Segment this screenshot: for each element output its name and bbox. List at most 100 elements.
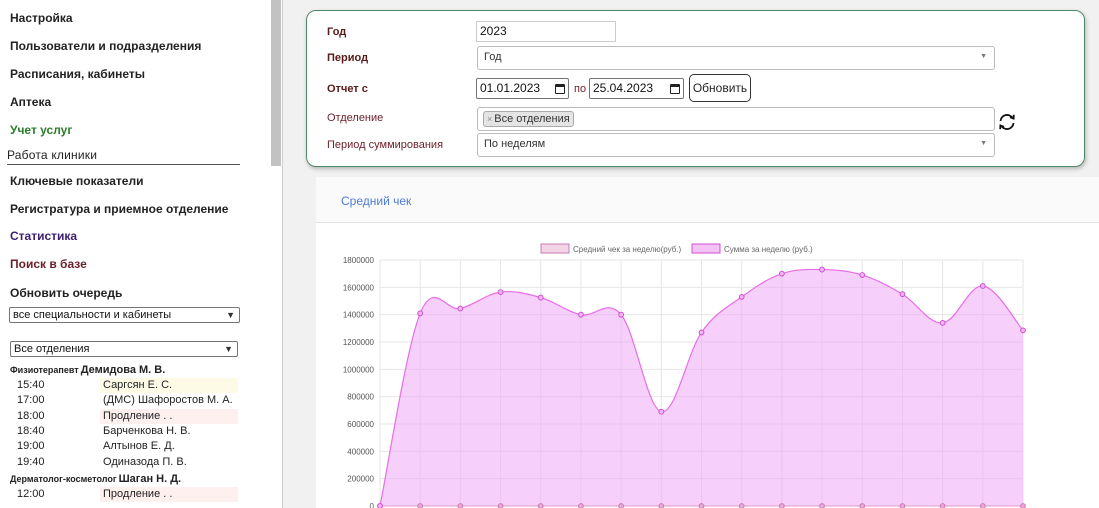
date-to-value: 25.04.2023 [593,81,654,95]
close-icon[interactable]: × [487,114,492,124]
appointment-row[interactable]: 18:40 Барченкова Н. В. [10,424,238,439]
calendar-icon[interactable] [670,84,680,94]
legend-swatch[interactable] [540,243,570,254]
year-label: Год [327,26,347,38]
sidebar-item-refresh-queue[interactable]: Обновить очередь [10,286,122,300]
department-tag-label: Все отделения [494,113,570,125]
sidebar-item-users[interactable]: Пользователи и подразделения [10,39,201,53]
series-sum-point[interactable] [939,319,946,326]
chevron-down-icon: ▼ [980,53,987,60]
period-select[interactable]: Год ▼ [477,46,995,70]
refresh-button[interactable]: Обновить [689,74,751,102]
period-select-value: Год [484,51,502,63]
appointment-patient: Продление . . [103,409,173,422]
filter-panel: Год 2023 Период Год ▼ Отчет с 01.01.2023… [306,10,1085,167]
series-avg-point[interactable] [457,503,464,508]
series-sum-point[interactable] [377,503,383,508]
date-to-input[interactable]: 25.04.2023 [589,78,684,99]
series-avg-point[interactable] [939,503,946,508]
series-avg-point[interactable] [537,503,544,508]
series-sum-point[interactable] [778,270,785,277]
series-avg-point[interactable] [1020,503,1026,508]
tab-average-check[interactable]: Средний чек [341,194,411,208]
series-avg-point[interactable] [778,503,785,508]
sidebar-item-search[interactable]: Поиск в базе [10,257,87,271]
series-avg-point[interactable] [899,503,906,508]
doctor-header: Физиотерапевт Демидова М. В. [10,364,165,376]
series-avg-point[interactable] [819,503,825,508]
doctor-name[interactable]: Шаган Н. Д. [119,473,182,485]
specialty-select[interactable]: все специальности и кабинеты ▼ [9,307,240,323]
sidebar-item-settings[interactable]: Настройка [10,11,73,25]
series-sum-point[interactable] [738,294,745,300]
series-sum-point[interactable] [1020,327,1026,334]
sidebar-item-services[interactable]: Учет услуг [10,123,72,137]
section-clinic-title: Работа клиники [7,148,240,165]
y-tick-label: 1200000 [343,338,375,347]
appointment-row[interactable]: 19:40 Одиназода П. В. [10,455,238,470]
sidebar: Настройка Пользователи и подразделения Рас… [0,0,283,508]
legend-label[interactable]: Сумма за неделю (руб.) [724,245,813,254]
series-avg-point[interactable] [417,503,424,508]
sidebar-item-registry[interactable]: Регистратура и приемное отделение [10,202,228,216]
series-avg-point[interactable] [578,503,584,508]
appointment-row[interactable]: 18:00 Продление . . [10,408,238,424]
department-tag[interactable]: × Все отделения [483,111,574,127]
sum-period-select[interactable]: По неделям ▼ [477,133,995,157]
appointment-time: 19:40 [17,455,45,468]
appointment-time: 15:40 [17,379,45,391]
sidebar-item-pharmacy[interactable]: Аптека [10,95,51,109]
sidebar-item-schedules[interactable]: Расписания, кабинеты [10,67,145,81]
date-to-label: по [574,83,587,95]
sidebar-item-statistics[interactable]: Статистика [10,229,77,243]
series-avg-point[interactable] [658,503,665,508]
series-sum-point[interactable] [819,266,825,273]
series-sum-point[interactable] [658,408,665,415]
series-avg-point[interactable] [497,503,504,508]
y-tick-label: 800000 [347,393,374,402]
series-sum-point[interactable] [698,329,705,336]
series-sum-point[interactable] [417,310,424,317]
appointment-patient: Продление . . [103,487,173,500]
series-avg-point[interactable] [618,503,625,508]
appointment-row[interactable]: 17:00 (ДМС) Шафоростов М. А. [10,393,238,408]
series-sum-point[interactable] [578,311,584,318]
series-avg-point[interactable] [979,503,986,508]
y-tick-label: 1400000 [343,311,375,320]
department-select[interactable]: Все отделения ▼ [10,341,238,357]
date-from-input[interactable]: 01.01.2023 [476,78,569,99]
refresh-icon[interactable] [997,112,1017,132]
calendar-icon[interactable] [555,84,565,94]
report-from-label: Отчет с [327,83,368,95]
series-avg-point[interactable] [859,503,866,508]
appointment-time: 17:00 [17,394,45,407]
department-label: Отделение [327,112,384,124]
year-input[interactable]: 2023 [476,21,616,42]
doctor-name[interactable]: Демидова М. В. [81,364,166,376]
series-sum-point[interactable] [899,291,906,298]
series-sum-point[interactable] [537,294,544,301]
chevron-down-icon: ▼ [226,310,235,320]
y-tick-label: 0 [370,502,375,508]
appointment-row[interactable]: 12:00 Продление . . [10,486,238,502]
appointment-patient: Одиназода П. В. [103,455,187,468]
series-sum-point[interactable] [859,272,866,278]
series-sum-point[interactable] [457,305,464,312]
legend-swatch[interactable] [691,243,721,254]
sum-period-label: Период суммирования [327,139,444,151]
series-sum-point[interactable] [979,283,986,289]
legend-label[interactable]: Средний чек за неделю(руб.) [573,245,682,254]
appointment-row[interactable]: 15:40 Саргсян Е. С. [10,378,238,393]
date-from-value: 01.01.2023 [480,81,541,95]
sidebar-scrollbar[interactable] [271,0,281,166]
series-sum-point[interactable] [497,289,504,296]
series-sum-point[interactable] [618,311,625,318]
sidebar-item-kpi[interactable]: Ключевые показатели [10,174,143,188]
appointment-patient: Алтынов Е. Д. [103,440,175,453]
series-avg-point[interactable] [698,503,705,508]
appointment-row[interactable]: 19:00 Алтынов Е. Д. [10,439,238,454]
average-check-chart: 0 200000 400000 600000 800000 1000000 1200000 1… [343,243,1026,508]
series-avg-point[interactable] [738,503,745,508]
department-select-value: Все отделения [14,343,90,355]
department-multiselect[interactable]: × Все отделения [477,107,995,131]
